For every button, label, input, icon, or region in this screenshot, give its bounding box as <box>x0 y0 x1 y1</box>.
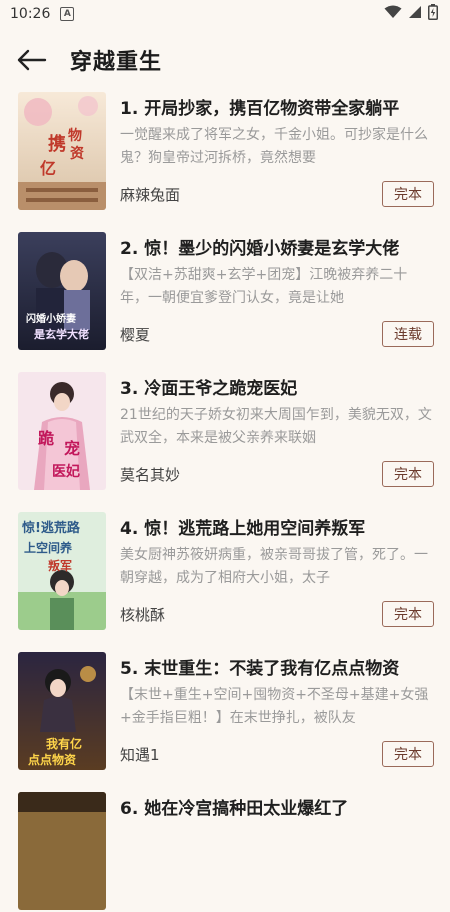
status-badge: 连载 <box>382 321 434 347</box>
book-cover[interactable]: 惊!逃荒路 上空间养 叛军 <box>18 512 106 630</box>
book-author: 樱夏 <box>120 326 151 344</box>
status-badge: 完本 <box>382 741 434 767</box>
signal-icon <box>408 5 422 23</box>
book-item[interactable]: 携 物 资 亿 1. 开局抄家，携百亿物资带全家躺平 一觉醒来成了将军之女，千金… <box>0 92 450 212</box>
book-description: 美女厨神苏筱妍病重，被亲哥哥拔了管，死了。一朝穿越，成为了相府大小姐，太子 <box>120 547 428 586</box>
book-item[interactable]: 6. 她在冷宫搞种田太业爆红了 <box>0 792 450 912</box>
back-button[interactable] <box>12 40 52 80</box>
svg-text:物: 物 <box>68 127 82 144</box>
book-description: 【末世+重生+空间+囤物资+不圣母+基建+女强+金手指巨粗！】在末世挣扎，被队友 <box>120 687 429 726</box>
status-badge: 完本 <box>382 601 434 627</box>
svg-text:我有亿: 我有亿 <box>46 736 82 751</box>
svg-text:资: 资 <box>70 145 84 162</box>
book-cover[interactable]: 跪 宠 医妃 <box>18 372 106 490</box>
status-badge: 完本 <box>382 181 434 207</box>
svg-text:惊!逃荒路: 惊!逃荒路 <box>22 520 81 536</box>
status-time: 10:26 <box>10 6 51 22</box>
book-description: 【双洁+苏甜爽+玄学+团宠】江晚被弃养二十年，一朝便宜爹登门认女，竟是让她 <box>120 267 408 306</box>
a-icon: A <box>60 7 75 21</box>
svg-text:医妃: 医妃 <box>52 463 80 480</box>
svg-text:闪婚小娇妻: 闪婚小娇妻 <box>26 312 76 325</box>
svg-text:宠: 宠 <box>64 439 80 458</box>
book-cover[interactable]: 携 物 资 亿 <box>18 92 106 210</box>
status-badge: 完本 <box>382 461 434 487</box>
app-bar: 穿越重生 <box>0 28 450 92</box>
book-author: 麻辣兔面 <box>120 186 181 204</box>
book-title[interactable]: 5. 末世重生：不装了我有亿点点物资 <box>120 654 430 679</box>
book-item[interactable]: 惊!逃荒路 上空间养 叛军 4. 惊！逃荒路上她用空间养叛军 美女厨神苏筱妍病重… <box>0 512 450 632</box>
book-description: 一觉醒来成了将军之女，千金小姐。可抄家是什么鬼？狗皇帝过河拆桥，竟然想要 <box>120 127 428 166</box>
book-title[interactable]: 3. 冷面王爷之跪宠医妃 <box>120 374 430 399</box>
book-author: 莫名其妙 <box>120 466 181 484</box>
svg-text:亿: 亿 <box>40 159 56 178</box>
svg-text:上空间养: 上空间养 <box>24 540 72 555</box>
svg-text:是玄学大佬: 是玄学大佬 <box>33 327 89 341</box>
status-bar: 10:26 A <box>0 0 450 28</box>
svg-text:点点物资: 点点物资 <box>28 752 76 767</box>
book-description: 21世纪的天子娇女初来大周国乍到，美貌无双，文武双全，本来是被父亲养来联姻 <box>120 407 432 446</box>
book-cover[interactable]: 我有亿 点点物资 <box>18 652 106 770</box>
book-author: 知遇1 <box>120 746 160 764</box>
svg-text:叛军: 叛军 <box>48 558 72 573</box>
back-arrow-icon <box>17 49 47 71</box>
book-title[interactable]: 1. 开局抄家，携百亿物资带全家躺平 <box>120 94 430 119</box>
svg-text:携: 携 <box>48 133 66 155</box>
book-item[interactable]: 闪婚小娇妻 是玄学大佬 2. 惊！墨少的闪婚小娇妻是玄学大佬 【双洁+苏甜爽+玄… <box>0 232 450 352</box>
book-title[interactable]: 2. 惊！墨少的闪婚小娇妻是玄学大佬 <box>120 234 430 259</box>
wifi-icon <box>384 5 402 23</box>
svg-text:跪: 跪 <box>38 429 54 448</box>
book-title[interactable]: 4. 惊！逃荒路上她用空间养叛军 <box>120 514 430 539</box>
book-cover[interactable]: 闪婚小娇妻 是玄学大佬 <box>18 232 106 350</box>
battery-icon <box>428 4 438 24</box>
book-item[interactable]: 跪 宠 医妃 3. 冷面王爷之跪宠医妃 21世纪的天子娇女初来大周国乍到，美貌无… <box>0 372 450 492</box>
book-author: 核桃酥 <box>120 606 166 624</box>
book-cover[interactable] <box>18 792 106 910</box>
book-item[interactable]: 我有亿 点点物资 5. 末世重生：不装了我有亿点点物资 【末世+重生+空间+囤物… <box>0 652 450 772</box>
page-title: 穿越重生 <box>70 50 163 75</box>
book-title[interactable]: 6. 她在冷宫搞种田太业爆红了 <box>120 794 430 819</box>
